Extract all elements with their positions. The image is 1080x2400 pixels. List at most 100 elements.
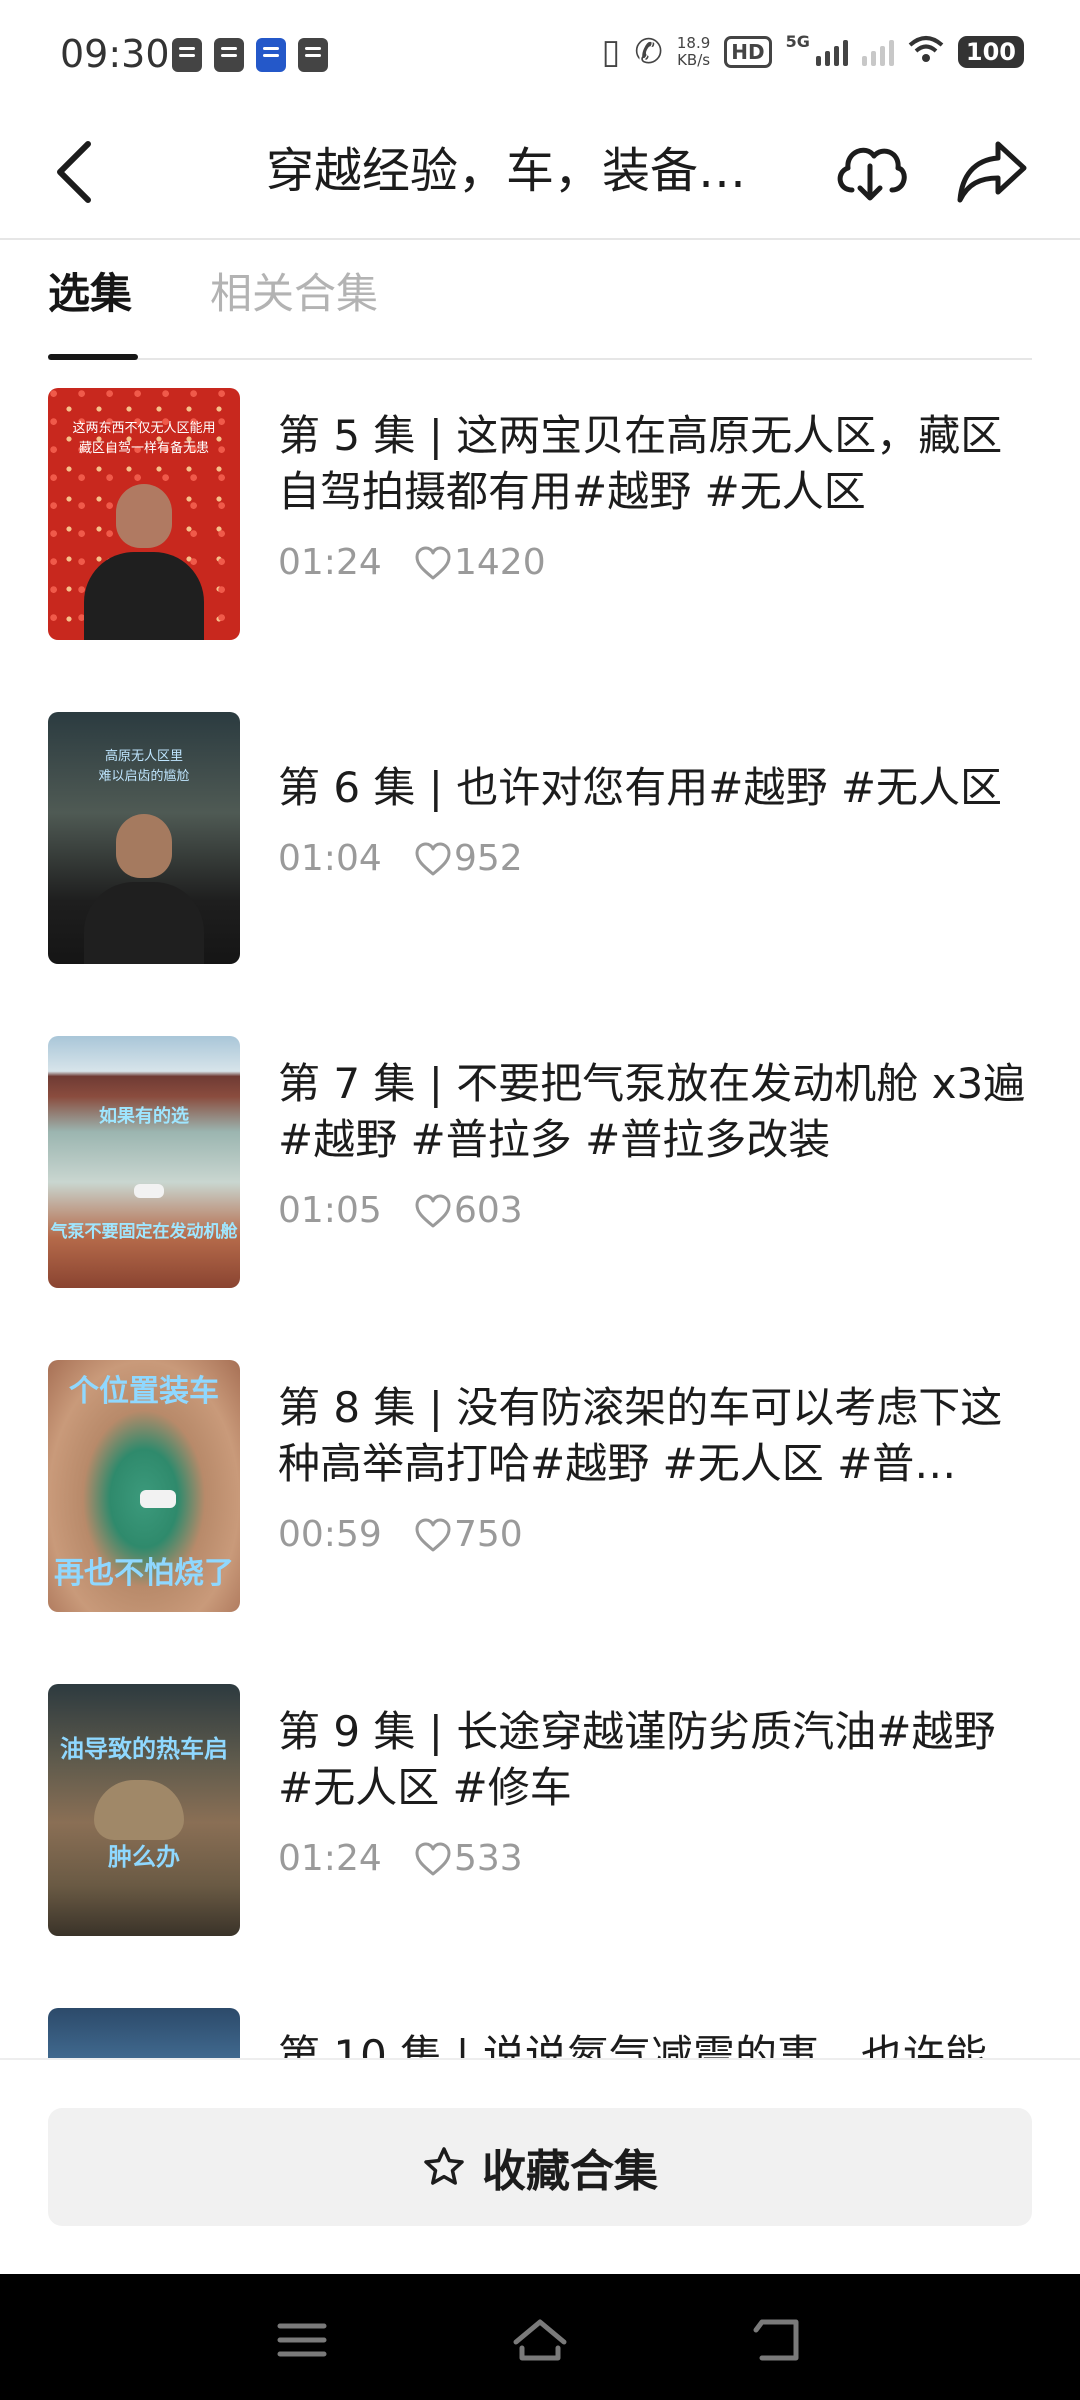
back-return-icon — [753, 2319, 799, 2361]
thumbnail-caption-line: 高原无人区里 — [104, 749, 183, 764]
notification-icons — [172, 38, 328, 72]
bus-app-icon — [256, 38, 286, 72]
episode-info: 第 10 集 | 说说氮气减震的事，也许能 — [278, 2028, 1038, 2058]
episode-item-9[interactable]: 油导致的热车启 肿么办 第 9 集 | 长途穿越谨防劣质汽油#越野 #无人区 #… — [48, 1670, 1032, 1936]
header: 穿越经验，车，装备… — [0, 112, 1080, 240]
thumbnail-caption-line: 难以启齿的尴尬 — [98, 769, 190, 784]
episode-info: 第 7 集 | 不要把气泵放在发动机舱 x3遍#越野 #普拉多 #普拉多改装 0… — [278, 1056, 1038, 1231]
episode-duration: 01:24 — [278, 542, 382, 583]
nav-menu-button[interactable] — [272, 2312, 332, 2368]
episode-item-8[interactable]: 个位置装车 再也不怕烧了 第 8 集 | 没有防滚架的车可以考虑下这种高举高打哈… — [48, 1346, 1032, 1612]
tab-episodes[interactable]: 选集 — [48, 264, 132, 324]
episode-item-6[interactable]: 高原无人区里 难以启齿的尴尬 第 6 集 | 也许对您有用#越野 #无人区 01… — [48, 698, 1032, 964]
episode-likes: 1420 — [454, 542, 546, 583]
episode-meta: 01:05 603 — [278, 1190, 1038, 1231]
tab-related-collections[interactable]: 相关合集 — [210, 264, 378, 324]
speed-value: 18.9 — [676, 34, 711, 52]
heart-icon — [415, 842, 451, 875]
thumbnail-caption-line: 油导致的热车启 — [60, 1734, 228, 1763]
episode-title: 第 8 集 | 没有防滚架的车可以考虑下这种高举高打哈#越野 #无人区 #普… — [278, 1383, 1003, 1488]
speed-unit: KB/s — [677, 51, 711, 69]
episode-title: 第 5 集 | 这两宝贝在高原无人区，藏区自驾拍摄都有用#越野 #无人区 — [278, 411, 1003, 516]
episode-meta: 00:59 750 — [278, 1514, 1038, 1555]
collect-button-label: 收藏合集 — [482, 2146, 658, 2197]
episode-item-5[interactable]: 这两东西不仅无人区能用 藏区自驾一样有备无患 第 5 集 | 这两宝贝在高原无人… — [48, 374, 1032, 640]
heart-icon — [415, 1842, 451, 1875]
episode-info: 第 8 集 | 没有防滚架的车可以考虑下这种高举高打哈#越野 #无人区 #普… … — [278, 1380, 1038, 1555]
vehicle-shape — [134, 1184, 164, 1198]
thumbnail-caption-line: 气泵不要固定在发动机舱 — [50, 1222, 238, 1242]
star-outline-icon — [424, 2147, 464, 2185]
episode-likes: 603 — [454, 1190, 523, 1231]
episode-likes: 952 — [454, 838, 523, 879]
status-indicators: ▯ ✆ 18.9 KB/s HD 5G 100 — [602, 32, 1024, 72]
thumbnail-caption-line: 这两东西不仅无人区能用 — [72, 421, 216, 436]
tab-indicator — [48, 354, 138, 360]
episode-meta: 01:24 533 — [278, 1838, 1038, 1879]
status-time: 09:30 — [60, 32, 170, 76]
episode-thumbnail: 个位置装车 再也不怕烧了 — [48, 1360, 240, 1612]
episode-title: 第 7 集 | 不要把气泵放在发动机舱 x3遍#越野 #普拉多 #普拉多改装 — [278, 1059, 1026, 1164]
notification-app-icon — [172, 38, 202, 72]
episode-item-7[interactable]: 如果有的选 气泵不要固定在发动机舱 第 7 集 | 不要把气泵放在发动机舱 x3… — [48, 1022, 1032, 1288]
episode-thumbnail — [48, 2008, 240, 2058]
episode-duration: 00:59 — [278, 1514, 382, 1555]
back-button[interactable] — [44, 130, 114, 210]
vehicle-shape — [140, 1490, 176, 1508]
heart-icon — [415, 1518, 451, 1551]
bottom-bar: 收藏合集 — [0, 2058, 1080, 2276]
wifi-icon — [908, 33, 944, 71]
episode-likes: 533 — [454, 1838, 523, 1879]
animal-shape — [94, 1780, 184, 1840]
episode-meta: 01:24 1420 — [278, 542, 1038, 583]
episode-duration: 01:04 — [278, 838, 382, 879]
network-type: 5G — [785, 32, 810, 51]
episode-thumbnail: 如果有的选 气泵不要固定在发动机舱 — [48, 1036, 240, 1288]
thumbnail-caption-line: 再也不怕烧了 — [54, 1556, 234, 1591]
episode-title: 第 9 集 | 长途穿越谨防劣质汽油#越野 #无人区 #修车 — [278, 1707, 996, 1812]
episode-thumbnail: 高原无人区里 难以启齿的尴尬 — [48, 712, 240, 964]
episode-thumbnail: 这两东西不仅无人区能用 藏区自驾一样有备无患 — [48, 388, 240, 640]
signal-secondary-icon — [861, 38, 894, 66]
home-icon — [513, 2319, 567, 2361]
heart-icon — [415, 546, 451, 579]
cloud-download-icon — [837, 147, 907, 201]
status-bar: 09:30 ▯ ✆ 18.9 KB/s HD 5G 100 — [0, 0, 1080, 112]
network-speed: 18.9 KB/s — [677, 35, 710, 69]
vibrate-icon: ▯ — [601, 32, 621, 72]
battery-icon: 100 — [957, 36, 1024, 68]
episode-list[interactable]: 这两东西不仅无人区能用 藏区自驾一样有备无患 第 5 集 | 这两宝贝在高原无人… — [0, 362, 1080, 2058]
episode-duration: 01:24 — [278, 1838, 382, 1879]
episode-duration: 01:05 — [278, 1190, 382, 1231]
collect-collection-button[interactable]: 收藏合集 — [48, 2108, 1032, 2226]
download-button[interactable] — [830, 132, 910, 208]
episode-info: 第 9 集 | 长途穿越谨防劣质汽油#越野 #无人区 #修车 01:24 533 — [278, 1704, 1038, 1879]
episode-meta: 01:04 952 — [278, 838, 1038, 879]
message-app-icon — [214, 38, 244, 72]
episode-info: 第 6 集 | 也许对您有用#越野 #无人区 01:04 952 — [278, 760, 1038, 879]
episode-info: 第 5 集 | 这两宝贝在高原无人区，藏区自驾拍摄都有用#越野 #无人区 01:… — [278, 408, 1038, 583]
episode-title: 第 10 集 | 说说氮气减震的事，也许能 — [278, 2031, 987, 2058]
chevron-left-icon — [57, 141, 91, 203]
nav-back-button[interactable] — [748, 2312, 808, 2368]
signal-icon — [815, 38, 848, 66]
thumbnail-caption-line: 如果有的选 — [99, 1106, 189, 1127]
tab-bar: 选集 相关合集 — [48, 238, 1032, 360]
episode-title: 第 6 集 | 也许对您有用#越野 #无人区 — [278, 763, 1003, 812]
share-button[interactable] — [952, 134, 1032, 210]
person-figure — [84, 484, 204, 640]
heart-icon — [415, 1194, 451, 1227]
person-figure — [84, 814, 204, 964]
episode-likes: 750 — [454, 1514, 523, 1555]
share-arrow-icon — [957, 141, 1027, 203]
episode-thumbnail: 油导致的热车启 肿么办 — [48, 1684, 240, 1936]
card-app-icon — [298, 38, 328, 72]
thumbnail-caption-line: 藏区自驾一样有备无患 — [78, 441, 209, 456]
thumbnail-caption-line: 肿么办 — [108, 1842, 180, 1871]
page-title: 穿越经验，车，装备… — [266, 143, 747, 199]
hd-icon: HD — [724, 36, 772, 68]
nav-home-button[interactable] — [510, 2312, 570, 2368]
menu-icon — [277, 2323, 327, 2357]
system-nav-bar — [0, 2274, 1080, 2400]
episode-item-10[interactable]: 第 10 集 | 说说氮气减震的事，也许能 — [48, 1994, 1032, 2058]
